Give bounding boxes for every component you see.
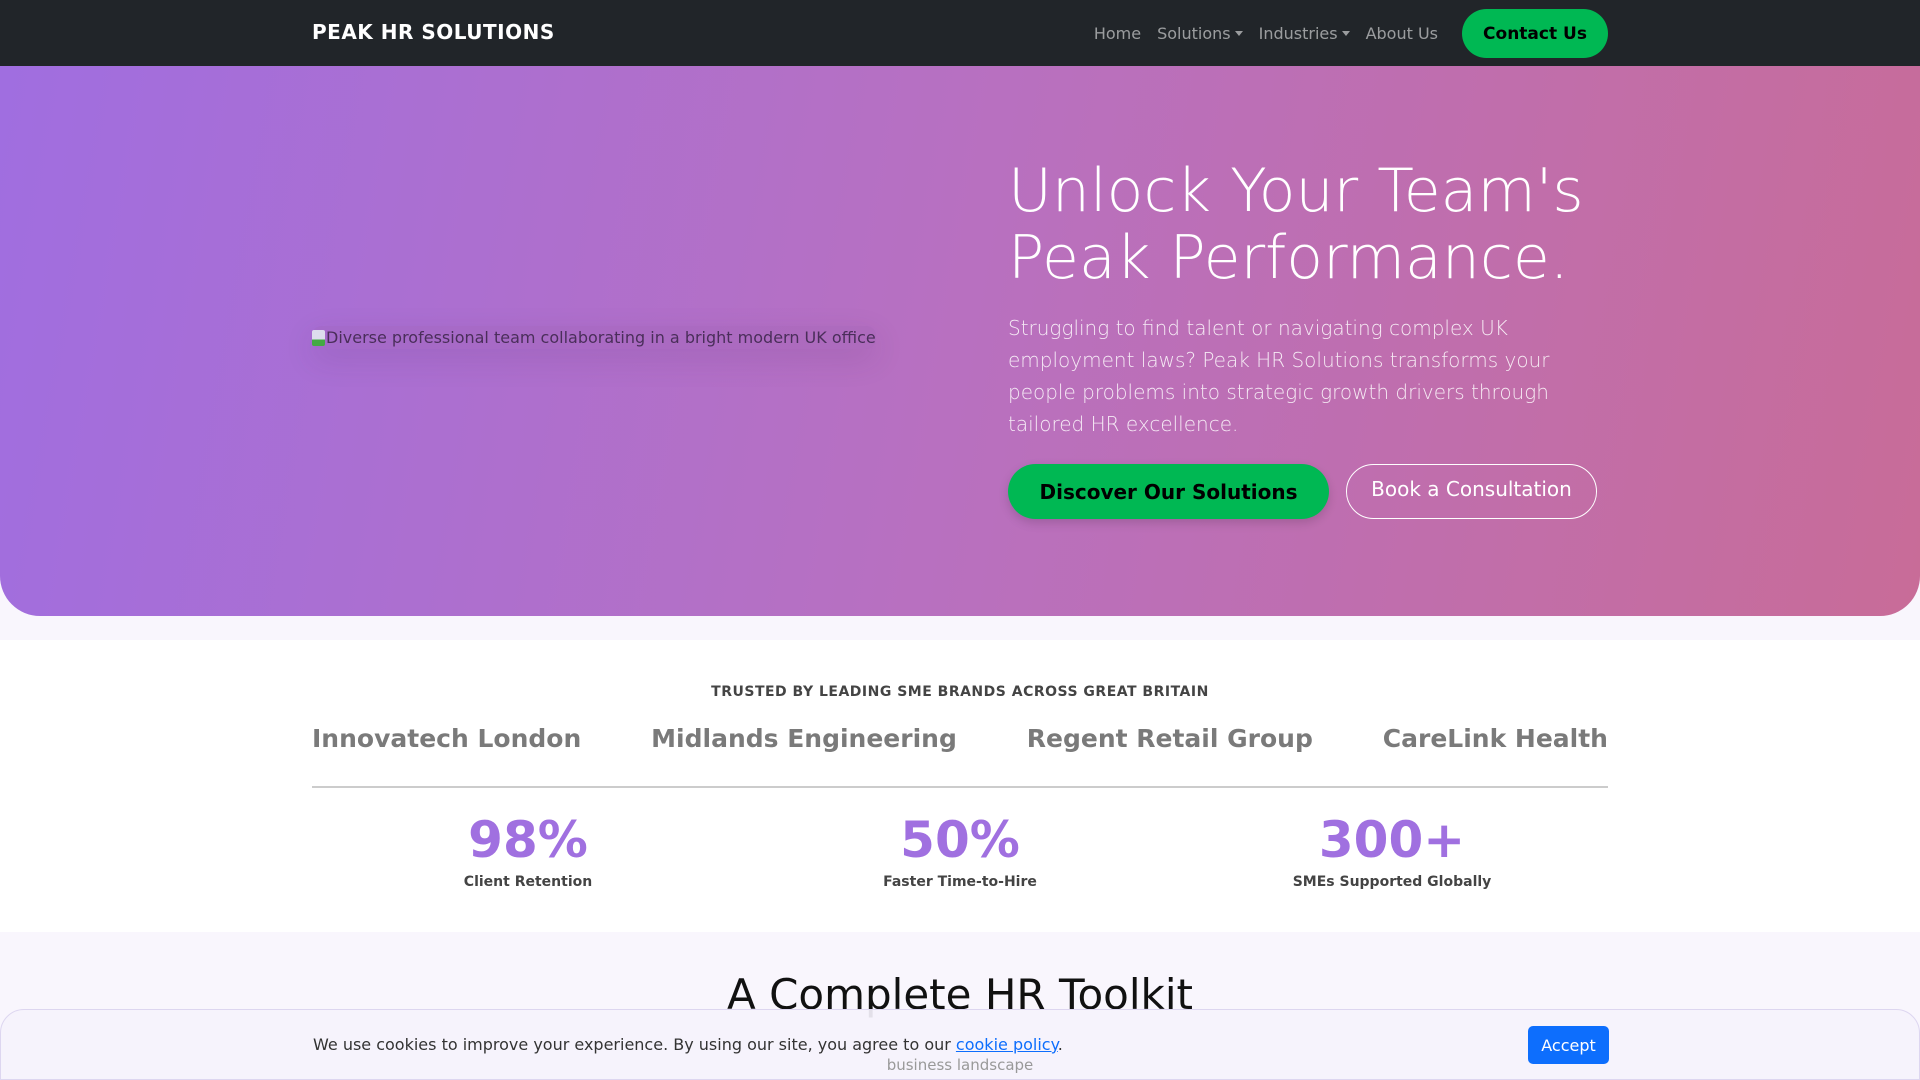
cookie-message: We use cookies to improve your experienc… (313, 1035, 956, 1054)
nav-links: Home Solutions Industries About Us Conta… (1094, 9, 1608, 58)
nav-industries-label: Industries (1258, 24, 1338, 43)
client-logo: Midlands Engineering (651, 724, 957, 753)
stat-value: 98% (468, 811, 588, 869)
book-consultation-button[interactable]: Book a Consultation (1346, 464, 1597, 519)
hero-image-alt: Diverse professional team collaborating … (326, 328, 876, 347)
stat: 98% Client Retention (312, 810, 744, 890)
hero-image: Diverse professional team collaborating … (312, 326, 876, 349)
client-logo: Regent Retail Group (1026, 724, 1313, 753)
broken-image-icon (312, 329, 325, 346)
caret-down-icon (1234, 31, 1243, 36)
cookie-policy-link[interactable]: cookie policy (956, 1035, 1058, 1054)
divider (312, 786, 1608, 788)
stats-row: 98% Client Retention 50% Faster Time-to-Hi… (312, 810, 1608, 890)
stat-label: Client Retention (463, 874, 593, 890)
client-logo: Innovatech London (312, 724, 582, 753)
brand-logo[interactable]: PEAK HR SOLUTIONS (312, 20, 555, 44)
stat-label: Faster Time-to-Hire (883, 874, 1037, 890)
client-logo: CareLink Health (1382, 724, 1608, 753)
stat: 300+ SMEs Supported Globally (1176, 810, 1608, 890)
nav-solutions-label: Solutions (1157, 24, 1231, 43)
hero-lead: Struggling to find talent or navigating … (1008, 316, 1550, 436)
discover-solutions-button[interactable]: Discover Our Solutions (1008, 464, 1329, 519)
nav-solutions[interactable]: Solutions (1157, 24, 1243, 43)
stat-value: 300+ (1318, 811, 1466, 869)
accept-cookies-button[interactable]: Accept (1528, 1026, 1609, 1064)
cookie-end: . (1057, 1035, 1063, 1054)
contact-button[interactable]: Contact Us (1462, 9, 1608, 58)
client-logos: Innovatech London Midlands Engineering R… (312, 724, 1608, 753)
stat-value: 50% (900, 811, 1020, 869)
toolkit-subtitle: business landscape (886, 1056, 1034, 1074)
nav-home[interactable]: Home (1094, 24, 1141, 43)
stat: 50% Faster Time-to-Hire (744, 810, 1176, 890)
nav-industries[interactable]: Industries (1259, 24, 1350, 43)
cookie-text: We use cookies to improve your experienc… (313, 1035, 1063, 1054)
stat-label: SMEs Supported Globally (1292, 874, 1492, 890)
navbar: PEAK HR SOLUTIONS Home Solutions Industr… (0, 0, 1920, 66)
nav-about[interactable]: About Us (1366, 24, 1438, 43)
hero-section (0, 66, 1920, 616)
caret-down-icon (1341, 31, 1350, 36)
trust-label: TRUSTED BY LEADING SME BRANDS ACROSS GRE… (711, 684, 1209, 700)
hero-title: Unlock Your Team's Peak Performance. (1008, 156, 1584, 293)
trust-section: TRUSTED BY LEADING SME BRANDS ACROSS GRE… (0, 640, 1920, 932)
